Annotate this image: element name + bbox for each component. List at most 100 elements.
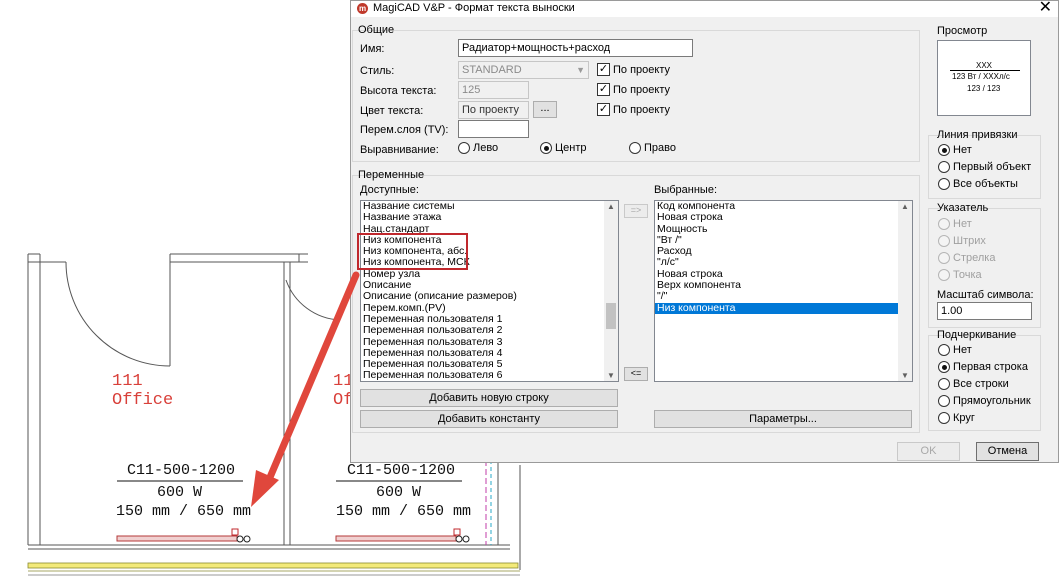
title-bar[interactable]: m MagiCAD V&P - Формат текста выноски ✕: [351, 0, 1058, 17]
add-constant-button[interactable]: Добавить константу: [360, 410, 618, 428]
text-color-label: Цвет текста:: [360, 105, 424, 117]
room-number-label: 111: [112, 372, 143, 391]
chevron-down-icon: ▼: [576, 65, 585, 75]
selected-list-item[interactable]: Мощность: [655, 223, 912, 235]
anchor-line-radio-0[interactable]: Нет: [938, 144, 972, 156]
cancel-button[interactable]: Отмена: [976, 442, 1039, 461]
general-group-title: Общие: [358, 24, 395, 36]
preview-line-3: 123 / 123: [967, 84, 1001, 93]
text-format-dialog: m MagiCAD V&P - Формат текста выноски ✕ …: [350, 0, 1059, 463]
ok-button[interactable]: OK: [897, 442, 960, 461]
underline-radio-4[interactable]: Круг: [938, 412, 975, 424]
layer-var-field[interactable]: [458, 120, 529, 138]
move-right-button[interactable]: =>: [624, 204, 648, 218]
underline-option-label: Нет: [953, 344, 972, 356]
radio-icon: [938, 235, 950, 247]
pointer-option-label: Стрелка: [953, 252, 996, 264]
parameters-button[interactable]: Параметры...: [654, 410, 912, 428]
pointer-radio-3[interactable]: Точка: [938, 269, 982, 281]
style-by-project-checkbox[interactable]: ✓ По проекту: [597, 63, 670, 76]
name-field[interactable]: Радиатор+мощность+расход: [458, 39, 693, 57]
underline-label: Подчеркивание: [937, 329, 1017, 341]
close-icon: ✕: [1038, 0, 1052, 16]
style-select[interactable]: STANDARD ▼: [458, 61, 589, 79]
selected-list-item[interactable]: Низ компонента: [655, 302, 912, 314]
preview-underline: [950, 70, 1020, 71]
available-list-item[interactable]: Название этажа: [361, 211, 618, 223]
available-items: Название системы Название этажа Нац.станда…: [361, 201, 618, 381]
height-by-project-checkbox[interactable]: ✓ По проекту: [597, 83, 670, 96]
anchor-line-option-label: Все объекты: [953, 178, 1018, 190]
selected-label: Выбранные:: [654, 184, 718, 196]
available-variables-list[interactable]: Название системы Название этажа Нац.станда…: [360, 200, 619, 382]
available-list-item[interactable]: Переменная пользователя 6: [361, 370, 618, 381]
align-left-radio[interactable]: Лево: [458, 142, 498, 154]
move-left-button[interactable]: <=: [624, 367, 648, 381]
scroll-up-icon[interactable]: ▲: [604, 202, 618, 211]
underline-radio-0[interactable]: Нет: [938, 344, 972, 356]
pointer-radio-1[interactable]: Штрих: [938, 235, 986, 247]
align-center-radio[interactable]: Центр: [540, 142, 587, 154]
pointer-option-label: Нет: [953, 218, 972, 230]
anchor-line-radio-1[interactable]: Первый объект: [938, 161, 1031, 173]
underline-option-label: Прямоугольник: [953, 395, 1031, 407]
color-by-project-checkbox[interactable]: ✓ По проекту: [597, 103, 670, 116]
available-list-item[interactable]: Описание (описание размеров): [361, 291, 618, 303]
radio-icon: [938, 395, 950, 407]
highlight-annotation: [357, 233, 468, 270]
scroll-down-icon[interactable]: ▼: [898, 371, 912, 380]
underline-radio-1[interactable]: Первая строка: [938, 361, 1028, 373]
radio-selected-icon: [938, 144, 950, 156]
scroll-up-icon[interactable]: ▲: [898, 202, 912, 211]
radiator-tag-power: 600 W: [157, 484, 203, 501]
radio-icon: [458, 142, 470, 154]
anchor-line-radio-2[interactable]: Все объекты: [938, 178, 1018, 190]
radio-selected-icon: [938, 361, 950, 373]
selected-scrollbar[interactable]: ▲ ▼: [898, 201, 912, 381]
radio-icon: [938, 218, 950, 230]
radiator-tag-size: 150 mm / 650 mm: [116, 503, 252, 520]
available-list-item[interactable]: Переменная пользователя 2: [361, 324, 618, 336]
add-line-button[interactable]: Добавить новую строку: [360, 389, 618, 407]
available-scrollbar[interactable]: ▲ ▼: [604, 201, 618, 381]
symbol-scale-label: Масштаб символа:: [937, 289, 1034, 301]
selected-list-item[interactable]: "/": [655, 291, 912, 303]
layer-var-label: Перем.слоя (TV):: [360, 124, 449, 136]
selected-list-item[interactable]: "Вт /": [655, 234, 912, 246]
scroll-thumb[interactable]: [606, 303, 616, 329]
anchor-line-option-label: Нет: [953, 144, 972, 156]
selected-variables-list[interactable]: Код компонента Новая строка Мощность "Вт /"…: [654, 200, 913, 382]
pointer-radio-0[interactable]: Нет: [938, 218, 972, 230]
radio-icon: [938, 412, 950, 424]
text-height-field[interactable]: 125: [458, 81, 529, 99]
available-label: Доступные:: [360, 184, 419, 196]
align-left-label: Лево: [473, 142, 499, 154]
align-right-radio[interactable]: Право: [629, 142, 676, 154]
variables-group-title: Переменные: [358, 169, 425, 181]
radiator-tag-code-2: C11-500-1200: [347, 462, 456, 479]
underline-radio-3[interactable]: Прямоугольник: [938, 395, 1031, 407]
checkmark-icon: ✓: [597, 83, 610, 96]
selected-list-item[interactable]: Верх компонента: [655, 279, 912, 291]
radiator-tag-code: C11-500-1200: [127, 462, 236, 479]
close-button[interactable]: ✕: [1039, 0, 1052, 17]
text-color-field[interactable]: По проекту: [458, 101, 529, 119]
radio-icon: [629, 142, 641, 154]
radiator-tag-power-2: 600 W: [376, 484, 422, 501]
radio-icon: [938, 252, 950, 264]
scroll-down-icon[interactable]: ▼: [604, 371, 618, 380]
anchor-line-label: Линия привязки: [937, 129, 1018, 141]
radio-icon: [938, 344, 950, 356]
color-browse-button[interactable]: ...: [533, 101, 557, 118]
alignment-label: Выравнивание:: [360, 144, 439, 156]
style-by-project-label: По проекту: [613, 63, 670, 76]
selected-list-item[interactable]: Расход: [655, 245, 912, 257]
underline-radio-2[interactable]: Все строки: [938, 378, 1009, 390]
preview-line-1: XXX: [976, 61, 993, 70]
pointer-option-label: Точка: [953, 269, 982, 281]
selected-list-item[interactable]: Новая строка: [655, 211, 912, 223]
pointer-radio-2[interactable]: Стрелка: [938, 252, 995, 264]
symbol-scale-field[interactable]: 1.00: [937, 302, 1032, 320]
pointer-option-label: Штрих: [953, 235, 986, 247]
magicad-app-icon: m: [357, 3, 368, 14]
